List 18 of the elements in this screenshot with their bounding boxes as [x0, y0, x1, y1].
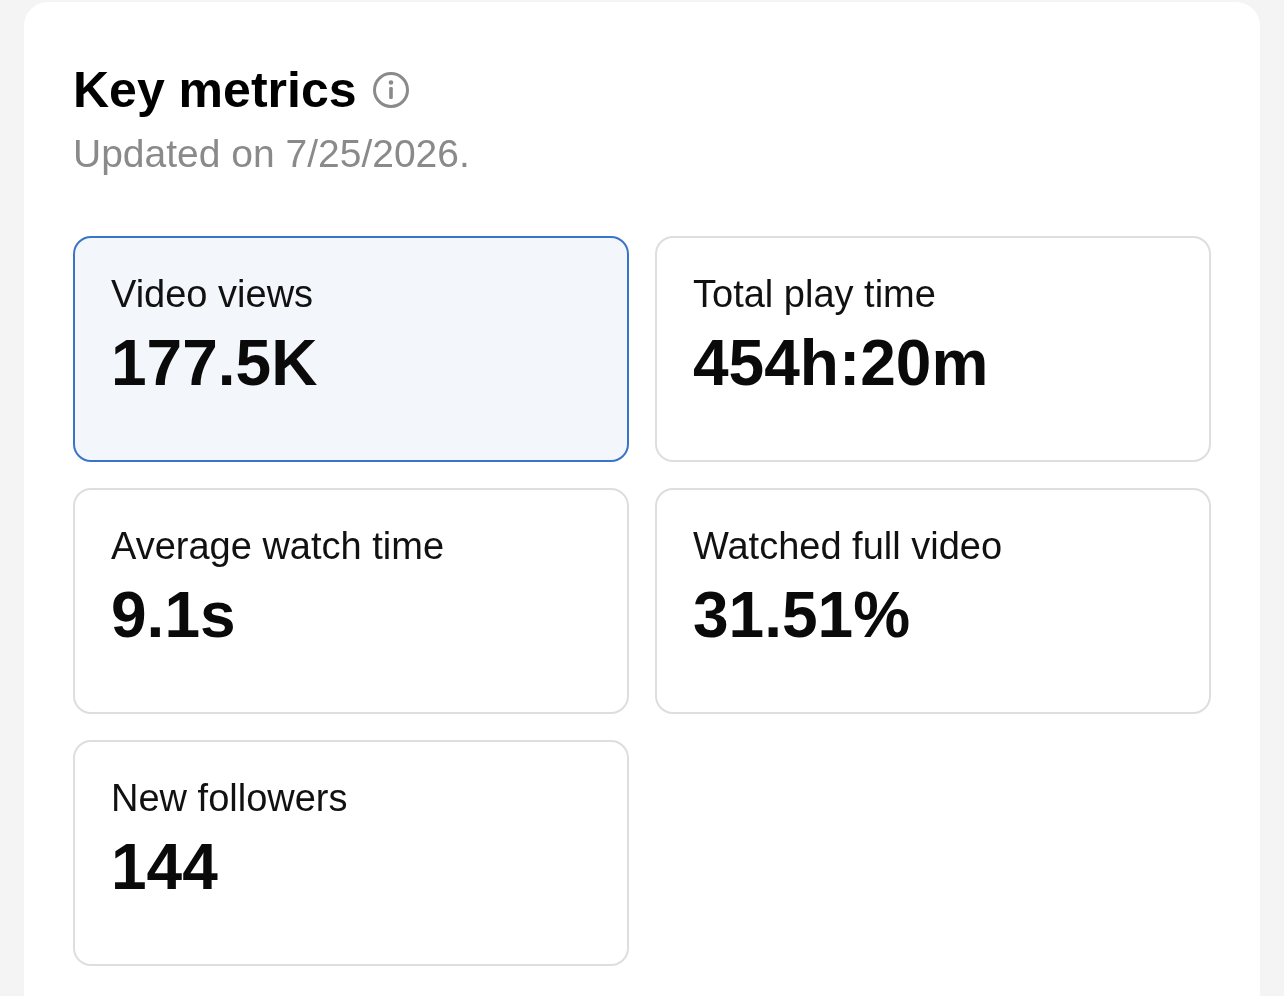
metric-card[interactable]: Average watch time 9.1s — [73, 487, 629, 714]
metric-label: Watched full video — [693, 523, 1003, 569]
metric-value: 9.1s — [111, 583, 236, 648]
metric-label: Average watch time — [111, 523, 445, 569]
info-icon[interactable] — [372, 72, 409, 108]
metric-card[interactable]: New followers 144 — [73, 739, 629, 966]
metric-label: New followers — [111, 775, 348, 821]
metric-value: 144 — [111, 835, 218, 900]
metric-card[interactable]: Video views 177.5K — [73, 235, 629, 462]
metric-value: 454h:20m — [693, 331, 989, 396]
metric-card[interactable]: Total play time 454h:20m — [655, 235, 1211, 462]
metric-card[interactable]: Watched full video 31.51% — [655, 487, 1211, 714]
metric-label: Video views — [111, 271, 314, 317]
updated-date-text: Updated on 7/25/2026. — [73, 131, 471, 177]
metric-value: 177.5K — [111, 331, 318, 396]
metric-label: Total play time — [693, 271, 936, 317]
metric-value: 31.51% — [693, 583, 911, 648]
section-title: Key metrics — [73, 61, 357, 120]
